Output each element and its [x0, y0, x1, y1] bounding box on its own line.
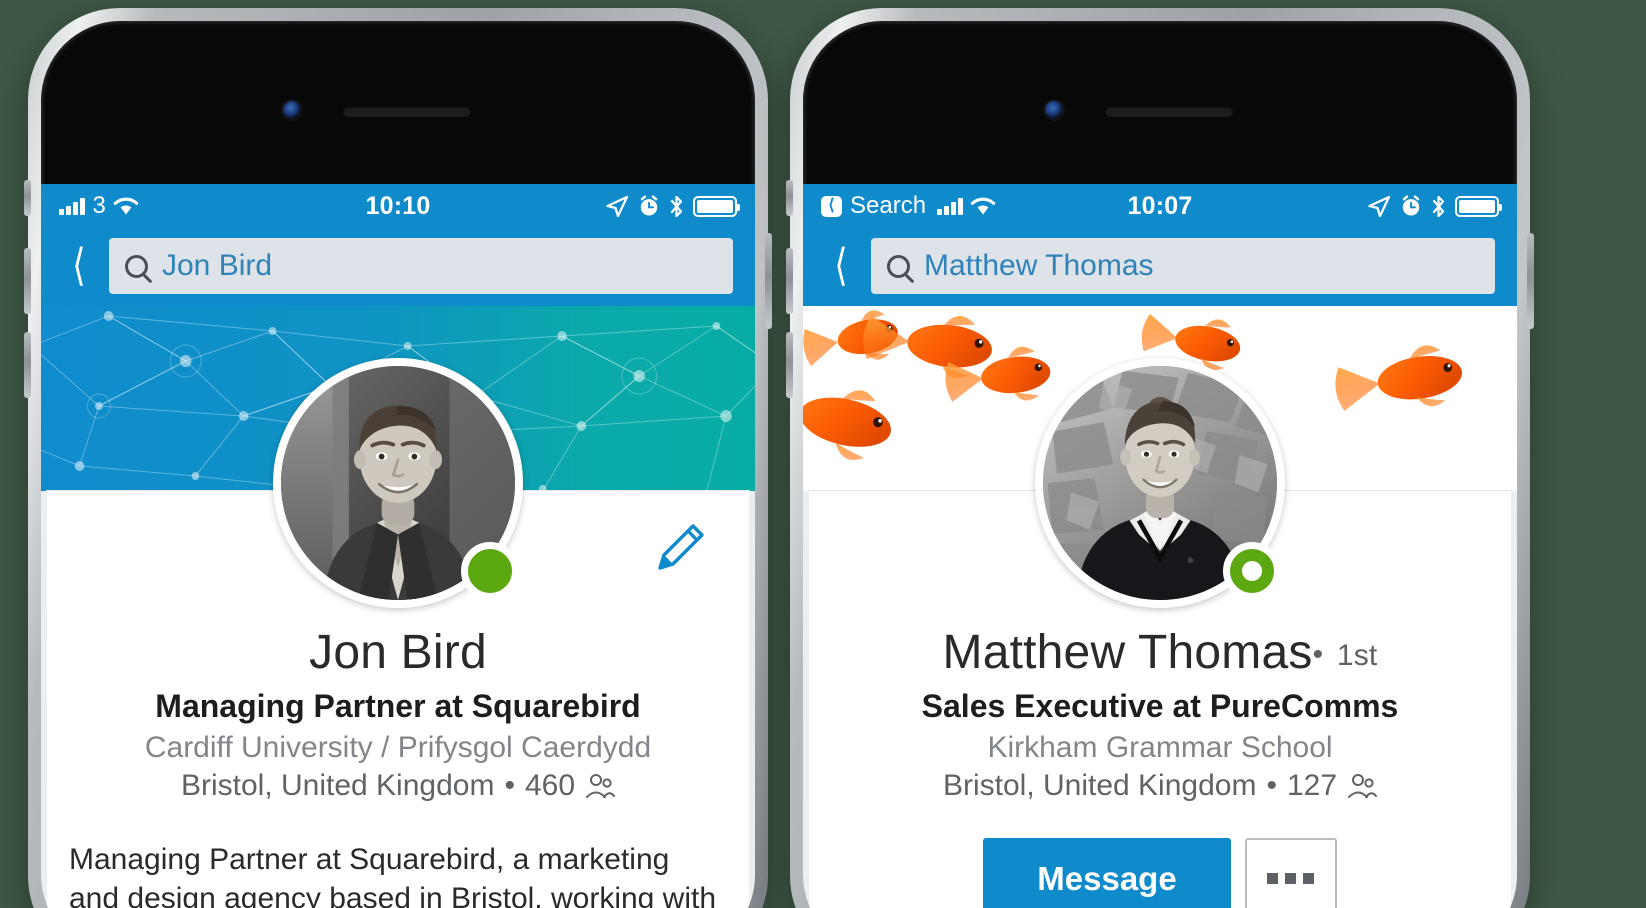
screen-right: ⟨ Search 10:07 ⟨ Matthew Thomas Matthew …	[803, 184, 1517, 908]
connection-count[interactable]: 460	[525, 769, 575, 804]
connection-count[interactable]: 127	[1287, 769, 1337, 804]
status-back-label[interactable]: Search	[850, 192, 926, 220]
bluetooth-icon	[1432, 195, 1445, 217]
profile-name-row: Matthew Thomas• 1st	[831, 627, 1489, 679]
profile-location-row: Bristol, United Kingdom • 460	[69, 769, 727, 804]
profile-headline: Sales Executive at PureComms	[921, 687, 1399, 724]
power-button[interactable]	[1527, 233, 1534, 329]
profile-headline: Managing Partner at Squarebird	[155, 687, 641, 724]
search-icon	[125, 254, 148, 278]
search-value: Jon Bird	[162, 249, 273, 282]
battery-full-icon	[1455, 195, 1502, 217]
back-button[interactable]: ⟨	[822, 244, 859, 288]
separator-dot: •	[1312, 638, 1324, 671]
phone-device-left: 3 10:10 ⟨ Jon Bird Jon Bird Managing Par…	[24, 8, 772, 908]
profile-school: Cardiff University / Prifysgol Caerdydd	[144, 730, 652, 764]
wifi-icon	[113, 197, 139, 214]
ellipsis-icon	[1267, 873, 1315, 885]
phone-device-right: ⟨ Search 10:07 ⟨ Matthew Thomas Matthew …	[786, 8, 1534, 908]
profile-actions: Message	[831, 837, 1489, 908]
earpiece-speaker	[1105, 106, 1233, 117]
volume-up-button[interactable]	[786, 248, 793, 314]
more-options-button[interactable]	[1244, 837, 1337, 908]
status-bar-left-group: 3	[59, 192, 139, 220]
status-bar-right-group	[1367, 195, 1502, 218]
presence-indicator-online	[461, 542, 519, 600]
status-bar-left: 3 10:10	[41, 184, 755, 228]
power-button[interactable]	[765, 233, 772, 329]
front-camera-icon	[1045, 101, 1063, 119]
battery-full-icon	[693, 195, 740, 217]
avatar[interactable]	[273, 358, 523, 608]
phone-bezel-right: ⟨ Search 10:07 ⟨ Matthew Thomas Matthew …	[803, 21, 1517, 908]
search-input[interactable]: Matthew Thomas	[871, 238, 1495, 294]
message-button[interactable]: Message	[983, 837, 1231, 908]
profile-location-row: Bristol, United Kingdom • 127	[831, 769, 1489, 804]
presence-indicator-online	[1223, 542, 1281, 600]
separator-dot: •	[504, 769, 515, 803]
profile-name: Jon Bird	[309, 626, 487, 679]
screen-left: 3 10:10 ⟨ Jon Bird Jon Bird Managing Par…	[41, 184, 755, 908]
search-value: Matthew Thomas	[924, 249, 1154, 282]
search-navbar-right: ⟨ Matthew Thomas	[803, 228, 1517, 306]
mute-switch[interactable]	[786, 180, 793, 216]
earpiece-speaker	[343, 106, 471, 117]
connection-degree: 1st	[1336, 639, 1378, 672]
status-bar-left-group: ⟨ Search	[821, 192, 996, 220]
status-bar-right: ⟨ Search 10:07	[803, 184, 1517, 228]
profile-location: Bristol, United Kingdom	[180, 769, 495, 803]
search-icon	[887, 254, 910, 278]
carrier-label: 3	[92, 192, 106, 219]
volume-down-button[interactable]	[24, 332, 31, 398]
profile-summary: Managing Partner at Squarebird, a market…	[69, 842, 717, 908]
cellular-bars-icon	[937, 197, 963, 215]
location-arrow-icon	[606, 195, 629, 217]
profile-location: Bristol, United Kingdom	[942, 769, 1257, 803]
mute-switch[interactable]	[24, 180, 31, 216]
volume-up-button[interactable]	[24, 248, 31, 314]
wifi-icon	[970, 197, 995, 214]
alarm-clock-icon	[1402, 195, 1420, 216]
status-bar-right-group	[605, 195, 740, 218]
search-navbar-left: ⟨ Jon Bird	[41, 228, 755, 306]
chevron-left-chip-icon[interactable]: ⟨	[821, 195, 842, 217]
pencil-edit-icon[interactable]	[655, 521, 707, 573]
profile-name: Matthew Thomas	[942, 626, 1313, 679]
location-arrow-icon	[1368, 195, 1391, 217]
bluetooth-icon	[670, 195, 683, 217]
connections-people-icon	[1348, 774, 1378, 799]
alarm-clock-icon	[640, 195, 658, 216]
front-camera-icon	[283, 101, 301, 119]
profile-school: Kirkham Grammar School	[987, 730, 1333, 764]
cellular-bars-icon	[59, 197, 85, 215]
avatar[interactable]	[1035, 358, 1285, 608]
back-button[interactable]: ⟨	[60, 244, 97, 288]
separator-dot: •	[1266, 769, 1277, 803]
profile-card-right: Matthew Thomas• 1st Sales Executive at P…	[803, 358, 1517, 908]
phone-bezel-left: 3 10:10 ⟨ Jon Bird Jon Bird Managing Par…	[41, 21, 755, 908]
connections-people-icon	[586, 774, 616, 799]
search-input[interactable]: Jon Bird	[109, 238, 733, 294]
volume-down-button[interactable]	[786, 332, 793, 398]
profile-card-left: Jon Bird Managing Partner at Squarebird …	[41, 358, 755, 908]
